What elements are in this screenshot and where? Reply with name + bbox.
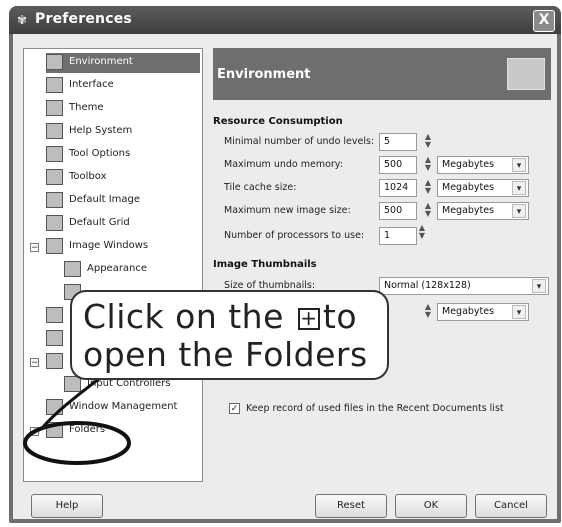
chevron-down-icon: ▾	[512, 204, 526, 218]
undo-levels-input[interactable]: 5	[379, 133, 417, 151]
sidebar-item-label: Interface	[69, 79, 114, 90]
environment-icon	[46, 54, 63, 70]
sidebar-item-label: Default Grid	[69, 217, 130, 228]
max-image-size-input[interactable]: 500	[379, 202, 417, 220]
processors-spinner[interactable]: ▲ ▼	[417, 224, 427, 242]
sidebar-item-label: Toolbox	[69, 171, 107, 182]
toolbox-icon	[46, 169, 63, 185]
max-image-size-spinner[interactable]: ▲ ▼	[423, 202, 433, 220]
sidebar-item-environment[interactable]: Environment	[46, 53, 200, 73]
resource-consumption-heading: Resource Consumption	[213, 116, 343, 127]
undo-memory-input[interactable]: 500	[379, 156, 417, 174]
collapse-image-windows-expander[interactable]: −	[30, 243, 39, 253]
undo-memory-label: Maximum undo memory:	[224, 159, 343, 170]
image-thumbnails-heading: Image Thumbnails	[213, 259, 317, 270]
tile-cache-label: Tile cache size:	[224, 182, 297, 193]
callout-text-post: to	[322, 297, 358, 336]
help-system-icon	[46, 123, 63, 139]
tile-cache-unit-select[interactable]: Megabytes ▾	[437, 179, 529, 197]
chevron-down-icon: ▾	[512, 181, 526, 195]
theme-icon	[46, 100, 63, 116]
sidebar-item-folders[interactable]: Folders	[46, 421, 200, 441]
recent-documents-label: Keep record of used files in the Recent …	[246, 403, 504, 414]
sidebar-item-label: Tool Options	[69, 148, 131, 159]
window-management-icon	[46, 399, 63, 415]
undo-memory-spinner[interactable]: ▲ ▼	[423, 156, 433, 174]
processors-input[interactable]: 1	[379, 227, 417, 245]
default-grid-icon	[46, 215, 63, 231]
sidebar-item-theme[interactable]: Theme	[46, 99, 200, 119]
panel-header: Environment	[213, 48, 551, 100]
unit-value: Megabytes	[442, 182, 495, 193]
appearance-icon	[64, 261, 81, 277]
sidebar-item-interface[interactable]: Interface	[46, 76, 200, 96]
environment-chip-icon	[507, 58, 545, 90]
sidebar-item-label: Help System	[69, 125, 133, 136]
folders-icon	[46, 422, 63, 438]
undo-memory-unit-select[interactable]: Megabytes ▾	[437, 156, 529, 174]
tool-options-icon	[46, 146, 63, 162]
max-image-size-unit-select[interactable]: Megabytes ▾	[437, 202, 529, 220]
panel-title: Environment	[217, 67, 311, 82]
ok-button[interactable]: OK	[395, 494, 467, 518]
sidebar-item-default-image[interactable]: Default Image	[46, 191, 200, 211]
sidebar-item-label: Folders	[69, 424, 106, 435]
sidebar-item-label: Theme	[69, 102, 104, 113]
sidebar-item-appearance[interactable]: Appearance	[64, 260, 200, 280]
sidebar-item-label: Environment	[69, 56, 133, 67]
sidebar-item-label: Default Image	[69, 194, 141, 205]
max-image-size-label: Maximum new image size:	[224, 205, 351, 216]
input-devices-icon	[46, 353, 63, 369]
collapse-input-devices-expander[interactable]: −	[30, 358, 39, 368]
chevron-down-icon: ▾	[512, 158, 526, 172]
chevron-down-icon: ▾	[532, 279, 546, 293]
default-image-icon	[46, 192, 63, 208]
thumbnail-filesize-spinner[interactable]: ▲ ▼	[423, 303, 433, 321]
dialog-body: Environment Interface Theme Help System …	[13, 34, 557, 519]
undo-levels-label: Minimal number of undo levels:	[224, 136, 375, 147]
sidebar-item-help-system[interactable]: Help System	[46, 122, 200, 142]
processors-label: Number of processors to use:	[224, 230, 365, 241]
unit-value: Megabytes	[442, 205, 495, 216]
sidebar-item-toolbox[interactable]: Toolbox	[46, 168, 200, 188]
reset-button[interactable]: Reset	[315, 494, 387, 518]
chevron-down-icon: ▾	[512, 305, 526, 319]
sidebar-item-label: Window Management	[69, 401, 178, 412]
display-icon	[46, 307, 63, 323]
title-bar: ✾ Preferences X	[9, 6, 561, 34]
sidebar-item-default-grid[interactable]: Default Grid	[46, 214, 200, 234]
tile-cache-input[interactable]: 1024	[379, 179, 417, 197]
plus-box-icon: +	[297, 308, 320, 330]
callout-line-1: Click on the + to	[83, 297, 357, 336]
instruction-callout: Click on the + to open the Folders	[70, 290, 389, 380]
thumbnail-size-select[interactable]: Normal (128x128) ▾	[379, 277, 549, 295]
thumbnail-filesize-unit-select[interactable]: Megabytes ▾	[437, 303, 529, 321]
cancel-button[interactable]: Cancel	[475, 494, 547, 518]
sidebar-item-label: Image Windows	[69, 240, 149, 251]
sidebar-item-image-windows[interactable]: Image Windows	[46, 237, 200, 257]
image-windows-icon	[46, 238, 63, 254]
color-management-icon	[46, 330, 63, 346]
preferences-dialog: ✾ Preferences X Environment Interface Th…	[9, 6, 561, 523]
unit-value: Megabytes	[442, 159, 495, 170]
help-button[interactable]: Help	[31, 494, 103, 518]
app-icon: ✾	[17, 13, 28, 27]
sidebar-item-tool-options[interactable]: Tool Options	[46, 145, 200, 165]
unit-value: Megabytes	[442, 306, 495, 317]
tile-cache-spinner[interactable]: ▲ ▼	[423, 179, 433, 197]
callout-text-pre: Click on the	[83, 297, 284, 336]
callout-line-2: open the Folders	[83, 335, 368, 374]
undo-levels-spinner[interactable]: ▲ ▼	[423, 133, 433, 151]
category-tree: Environment Interface Theme Help System …	[23, 48, 203, 482]
expand-folders-expander[interactable]: +	[30, 427, 39, 437]
sidebar-item-window-management[interactable]: Window Management	[46, 398, 200, 418]
sidebar-item-label: Appearance	[87, 263, 148, 274]
close-button[interactable]: X	[533, 10, 555, 32]
recent-documents-checkbox[interactable]: ✓	[229, 403, 240, 414]
interface-icon	[46, 77, 63, 93]
window-title: Preferences	[35, 11, 132, 27]
thumbnail-size-value: Normal (128x128)	[384, 280, 471, 291]
